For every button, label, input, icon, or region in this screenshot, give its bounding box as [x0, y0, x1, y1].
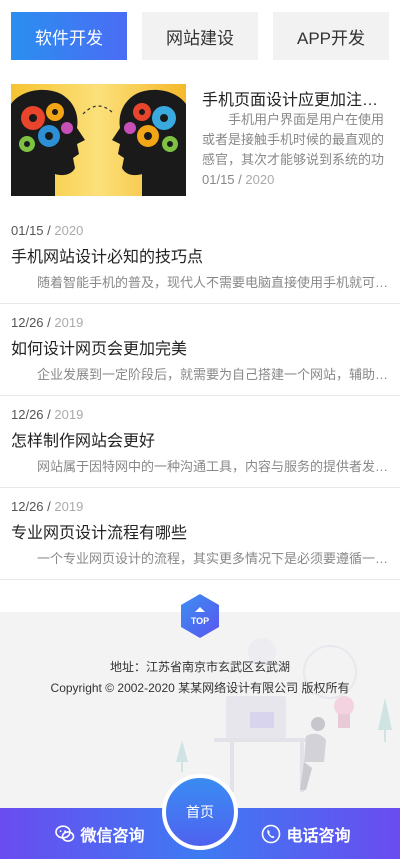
featured-article-date: 01/15 / 2020 — [202, 172, 275, 187]
wechat-icon — [55, 824, 75, 842]
news-summary: 企业发展到一定阶段后，就需要为自己搭建一个网站，辅助企业发展 — [37, 367, 389, 382]
date-year: 2019 — [54, 315, 84, 330]
date-month-day: 12/26 — [11, 315, 44, 330]
featured-article-title[interactable]: 手机页面设计应更加注重用户体验 — [202, 86, 389, 110]
category-tabs: 软件开发 网站建设 APP开发 — [11, 12, 389, 60]
news-date: 12/26 / 2019 — [11, 315, 84, 330]
tab-app-dev[interactable]: APP开发 — [273, 12, 389, 60]
news-summary: 一个专业网页设计的流程，其实更多情况下是必须要遵循一定的步骤 — [37, 551, 389, 566]
tab-website-building[interactable]: 网站建设 — [142, 12, 258, 60]
date-year: 2019 — [54, 407, 84, 422]
phone-consult-label: 电话咨询 — [286, 827, 351, 845]
news-summary: 随着智能手机的普及，现代人不需要电脑直接使用手机就可以浏览网站 — [37, 275, 389, 290]
list-item[interactable]: 12/26 / 2019 如何设计网页会更加完美 企业发展到一定阶段后，就需要为… — [0, 304, 400, 396]
news-date: 01/15 / 2020 — [11, 223, 84, 238]
news-date: 12/26 / 2019 — [11, 407, 84, 422]
back-to-top-label: TOP — [191, 616, 209, 626]
date-month-day: 12/26 — [11, 499, 44, 514]
news-summary: 网站属于因特网中的一种沟通工具，内容与服务的提供者发布信息 — [37, 459, 389, 474]
featured-article-image[interactable] — [11, 84, 186, 196]
back-to-top-icon: TOP — [181, 594, 219, 638]
list-item[interactable]: 12/26 / 2019 专业网页设计流程有哪些 一个专业网页设计的流程，其实更… — [0, 488, 400, 580]
home-button[interactable]: 首页 — [162, 774, 238, 850]
list-item[interactable]: 12/26 / 2019 怎样制作网站会更好 网站属于因特网中的一种沟通工具，内… — [0, 396, 400, 488]
date-year: 2020 — [245, 172, 275, 187]
back-to-top-button[interactable]: TOP — [178, 592, 222, 640]
phone-consult-button[interactable]: 电话咨询 — [236, 808, 376, 859]
list-item[interactable]: 01/15 / 2020 手机网站设计必知的技巧点 随着智能手机的普及，现代人不… — [0, 212, 400, 304]
footer-copyright: Copyright © 2002-2020 某某网络设计有限公司 版权所有 — [50, 681, 350, 695]
featured-article[interactable]: 手机页面设计应更加注重用户体验 手机用户界面是用户在使用或者是接触手机时候的最直… — [11, 84, 389, 196]
date-year: 2020 — [54, 223, 84, 238]
footer-address: 地址：江苏省南京市玄武区玄武湖 — [109, 660, 290, 674]
news-date: 12/26 / 2019 — [11, 499, 84, 514]
date-month-day: 01/15 — [202, 172, 235, 187]
phone-icon — [262, 824, 281, 843]
wechat-consult-button[interactable]: 微信咨询 — [30, 808, 170, 859]
news-list: 01/15 / 2020 手机网站设计必知的技巧点 随着智能手机的普及，现代人不… — [0, 212, 400, 580]
news-title[interactable]: 如何设计网页会更加完美 — [11, 340, 389, 360]
news-title[interactable]: 怎样制作网站会更好 — [11, 432, 389, 452]
wechat-consult-label: 微信咨询 — [80, 827, 145, 845]
date-year: 2019 — [54, 499, 84, 514]
date-month-day: 12/26 — [11, 407, 44, 422]
news-title[interactable]: 专业网页设计流程有哪些 — [11, 524, 389, 544]
home-button-label: 首页 — [186, 804, 214, 820]
featured-article-summary: 手机用户界面是用户在使用或者是接触手机时候的最直观的感官，其次才能够说到系统的功… — [202, 112, 385, 167]
date-month-day: 01/15 — [11, 223, 44, 238]
tab-software-dev[interactable]: 软件开发 — [11, 12, 127, 60]
news-title[interactable]: 手机网站设计必知的技巧点 — [11, 248, 389, 268]
